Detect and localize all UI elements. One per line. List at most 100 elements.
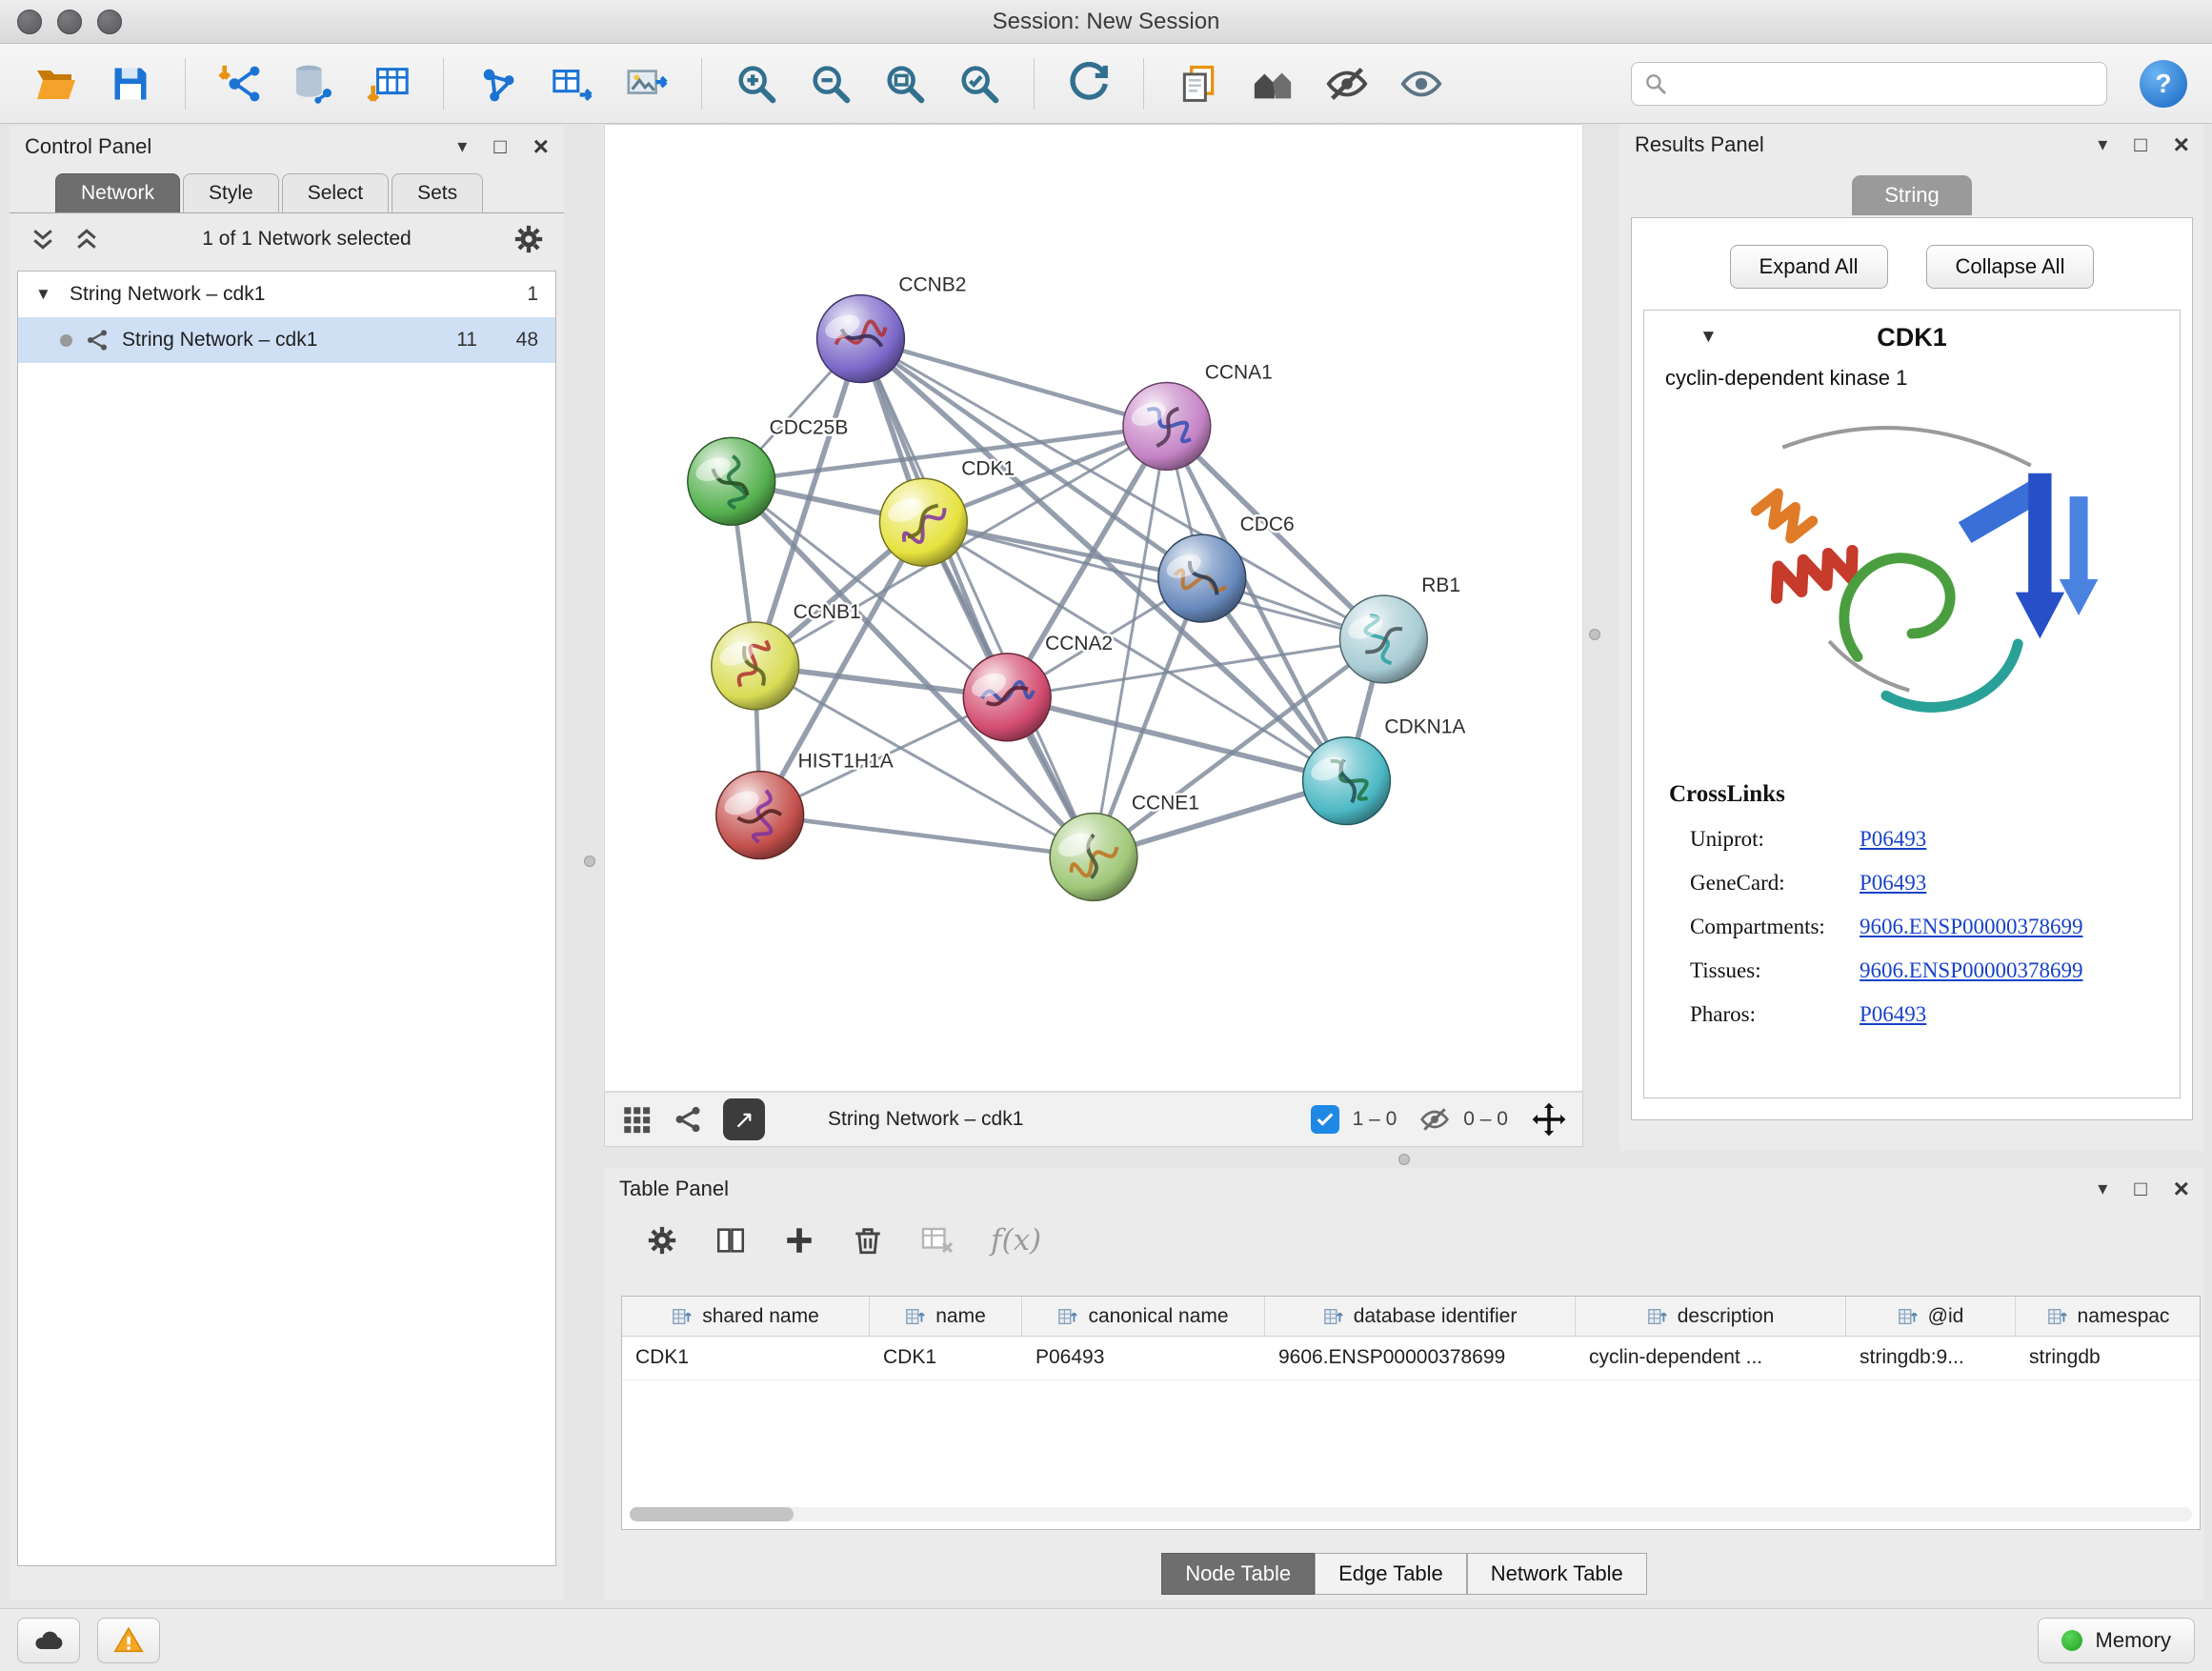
search-input[interactable] bbox=[1678, 72, 2095, 95]
bottom-splitter-handle[interactable] bbox=[1398, 1154, 1410, 1165]
session-compare-button[interactable] bbox=[1241, 52, 1304, 115]
column-header-database-identifier[interactable]: database identifier bbox=[1265, 1297, 1576, 1336]
panel-menu-icon[interactable]: ▾ bbox=[2098, 1179, 2107, 1198]
network-tree-root-row[interactable]: ▼ String Network – cdk1 1 bbox=[18, 272, 555, 317]
crosslink-link[interactable]: 9606.ENSP00000378699 bbox=[1860, 958, 2083, 983]
section-collapse-icon[interactable]: ▼ bbox=[1699, 327, 1718, 348]
table-row[interactable]: CDK1CDK1P064939606.ENSP00000378699cyclin… bbox=[622, 1337, 2200, 1380]
new-network-button[interactable] bbox=[467, 52, 530, 115]
node-CCNA2[interactable] bbox=[963, 654, 1051, 741]
node-CDKN1A[interactable] bbox=[1303, 737, 1391, 825]
import-table-button[interactable] bbox=[357, 52, 420, 115]
zoom-selected-button[interactable] bbox=[948, 52, 1011, 115]
open-in-browser-button[interactable]: ↗ bbox=[723, 1098, 765, 1140]
birdseye-grid-icon[interactable] bbox=[620, 1103, 653, 1136]
apply-layout-button[interactable] bbox=[1057, 52, 1120, 115]
save-session-button[interactable] bbox=[99, 52, 162, 115]
network-from-table-button[interactable] bbox=[541, 52, 604, 115]
panel-float-icon[interactable]: □ bbox=[2134, 1178, 2146, 1199]
toolbar-separator bbox=[1034, 58, 1035, 110]
node-CCNB2[interactable] bbox=[817, 295, 905, 383]
tab-edge-table[interactable]: Edge Table bbox=[1315, 1553, 1467, 1595]
column-header-namespac[interactable]: namespac bbox=[2016, 1297, 2201, 1336]
panel-float-icon[interactable]: □ bbox=[493, 136, 506, 157]
delete-column-icon[interactable] bbox=[852, 1224, 884, 1257]
table-horizontal-scrollbar[interactable] bbox=[630, 1507, 2192, 1521]
toolbar-separator bbox=[443, 58, 444, 110]
table-settings-gear-icon[interactable] bbox=[646, 1224, 678, 1257]
network-graph[interactable]: CCNB2CCNA1CDC25BCDK1CDC6RB1CCNB1CCNA2CDK… bbox=[605, 125, 1582, 1091]
crosslink-link[interactable]: P06493 bbox=[1860, 827, 1926, 852]
zoom-in-button[interactable] bbox=[725, 52, 788, 115]
tab-select[interactable]: Select bbox=[282, 173, 389, 212]
network-canvas[interactable]: CCNB2CCNA1CDC25BCDK1CDC6RB1CCNB1CCNA2CDK… bbox=[604, 124, 1583, 1092]
cloud-icon bbox=[31, 1623, 66, 1658]
panel-close-icon[interactable]: × bbox=[2174, 1176, 2189, 1202]
tab-sets[interactable]: Sets bbox=[392, 173, 483, 212]
expand-all-networks-icon[interactable] bbox=[72, 225, 101, 253]
table-panel: Table Panel ▾ □ × f(x) shared namenameca… bbox=[604, 1168, 2204, 1601]
left-splitter-handle[interactable] bbox=[584, 856, 595, 867]
close-window-button[interactable] bbox=[17, 10, 42, 34]
edge-CDK1-RB1[interactable] bbox=[923, 522, 1383, 639]
network-tree-child-row[interactable]: String Network – cdk1 11 48 bbox=[18, 317, 555, 363]
tab-style[interactable]: Style bbox=[183, 173, 279, 212]
node-CCNE1[interactable] bbox=[1050, 814, 1137, 901]
memory-button[interactable]: Memory bbox=[2038, 1618, 2195, 1663]
show-columns-icon[interactable] bbox=[714, 1224, 747, 1257]
tab-node-table[interactable]: Node Table bbox=[1161, 1553, 1315, 1595]
panel-float-icon[interactable]: □ bbox=[2134, 134, 2146, 155]
node-RB1[interactable] bbox=[1339, 595, 1427, 683]
expand-all-button[interactable]: Expand All bbox=[1730, 245, 1888, 289]
selected-checkbox-icon[interactable] bbox=[1311, 1105, 1339, 1134]
pan-crosshair-icon[interactable] bbox=[1531, 1101, 1567, 1137]
cloud-status-button[interactable] bbox=[17, 1618, 80, 1663]
right-splitter-handle[interactable] bbox=[1589, 629, 1600, 640]
crosslink-link[interactable]: P06493 bbox=[1860, 871, 1926, 896]
collapse-all-networks-icon[interactable] bbox=[29, 225, 57, 253]
column-header-name[interactable]: name bbox=[870, 1297, 1022, 1336]
edge-HIST1H1A-CCNE1[interactable] bbox=[760, 815, 1094, 857]
network-share-icon[interactable] bbox=[672, 1103, 704, 1136]
tab-string[interactable]: String bbox=[1852, 175, 1971, 215]
import-network-from-database-button[interactable] bbox=[283, 52, 346, 115]
hidden-eye-icon[interactable] bbox=[1419, 1104, 1450, 1135]
hide-graphics-button[interactable] bbox=[1316, 52, 1378, 115]
add-column-icon[interactable] bbox=[783, 1224, 815, 1257]
node-CDK1[interactable] bbox=[879, 478, 967, 566]
column-header-shared-name[interactable]: shared name bbox=[622, 1297, 870, 1336]
panel-close-icon[interactable]: × bbox=[533, 133, 549, 160]
tab-network-table[interactable]: Network Table bbox=[1467, 1553, 1647, 1595]
export-image-button[interactable] bbox=[615, 52, 678, 115]
network-options-gear-icon[interactable] bbox=[513, 223, 545, 255]
zoom-out-button[interactable] bbox=[799, 52, 862, 115]
zoom-window-button[interactable] bbox=[97, 10, 122, 34]
minimize-window-button[interactable] bbox=[57, 10, 82, 34]
node-CDC25B[interactable] bbox=[688, 437, 775, 525]
open-session-button[interactable] bbox=[25, 52, 88, 115]
crosslink-link[interactable]: 9606.ENSP00000378699 bbox=[1860, 915, 2083, 939]
tab-network[interactable]: Network bbox=[55, 173, 180, 212]
tree-expand-icon[interactable]: ▼ bbox=[35, 285, 58, 304]
help-button[interactable]: ? bbox=[2140, 60, 2187, 108]
panel-close-icon[interactable]: × bbox=[2174, 131, 2189, 158]
clone-network-button[interactable] bbox=[1167, 52, 1230, 115]
scrollbar-thumb[interactable] bbox=[630, 1507, 794, 1521]
import-network-from-file-button[interactable] bbox=[209, 52, 271, 115]
node-label-CCNE1: CCNE1 bbox=[1132, 793, 1199, 815]
warnings-button[interactable] bbox=[97, 1618, 160, 1663]
collapse-all-button[interactable]: Collapse All bbox=[1926, 245, 2095, 289]
node-CCNA1[interactable] bbox=[1123, 382, 1211, 470]
show-graphics-button[interactable] bbox=[1390, 52, 1453, 115]
column-header-description[interactable]: description bbox=[1576, 1297, 1846, 1336]
panel-menu-icon[interactable]: ▾ bbox=[2098, 135, 2107, 154]
column-header-canonical-name[interactable]: canonical name bbox=[1022, 1297, 1265, 1336]
crosslink-link[interactable]: P06493 bbox=[1860, 1002, 1926, 1027]
panel-menu-icon[interactable]: ▾ bbox=[457, 137, 467, 156]
edge-CCNB2-CCNE1[interactable] bbox=[860, 339, 1094, 857]
column-header-@id[interactable]: @id bbox=[1846, 1297, 2016, 1336]
zoom-fit-button[interactable] bbox=[874, 52, 936, 115]
node-CDC6[interactable] bbox=[1158, 534, 1246, 622]
node-HIST1H1A[interactable] bbox=[716, 772, 804, 859]
node-CCNB1[interactable] bbox=[712, 622, 799, 710]
